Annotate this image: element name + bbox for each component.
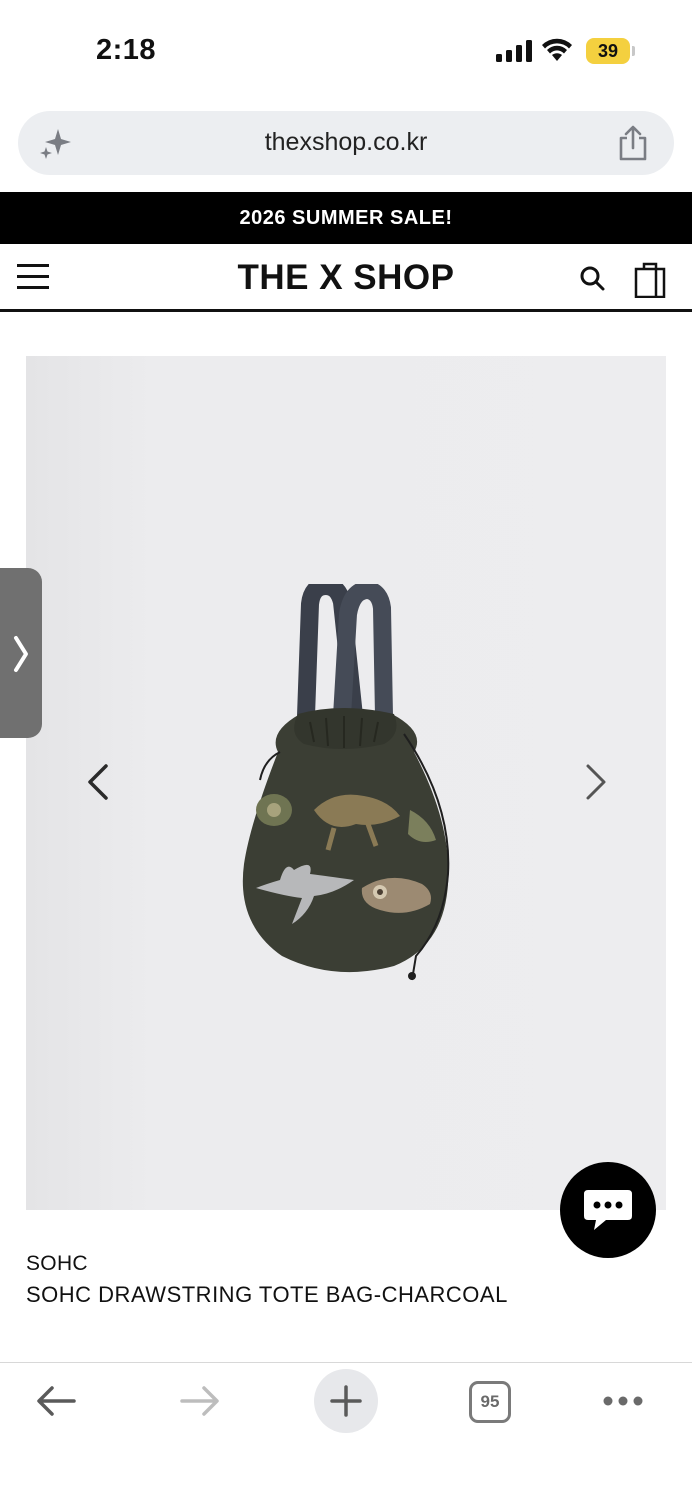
product-name: SOHC DRAWSTRING TOTE BAG-CHARCOAL	[26, 1282, 508, 1307]
shopping-bag-icon[interactable]	[634, 260, 666, 298]
product-image[interactable]	[230, 584, 460, 984]
side-drawer-handle[interactable]	[0, 568, 42, 738]
product-gallery[interactable]	[26, 356, 666, 1210]
battery-icon: 39	[586, 38, 630, 64]
status-time: 2:18	[96, 34, 157, 66]
product-brand[interactable]: SOHC	[26, 1252, 88, 1276]
wifi-icon	[542, 38, 572, 61]
chat-button[interactable]	[560, 1162, 656, 1258]
promo-banner[interactable]: 2026 SUMMER SALE!	[0, 192, 692, 244]
more-icon[interactable]	[602, 1395, 644, 1407]
chevron-right-icon	[14, 636, 28, 672]
address-bar[interactable]: thexshop.co.kr	[18, 111, 674, 175]
chevron-left-icon[interactable]	[82, 762, 112, 802]
share-icon[interactable]	[616, 125, 650, 161]
site-header: THE X SHOP	[0, 244, 692, 312]
new-tab-button[interactable]	[314, 1369, 378, 1433]
status-bar: 2:18 39	[0, 0, 692, 100]
chat-bubble-icon	[584, 1190, 632, 1230]
battery-cap	[632, 46, 635, 56]
cellular-signal-icon	[496, 40, 532, 62]
plus-icon	[330, 1385, 362, 1417]
tabs-icon[interactable]: 95	[469, 1381, 511, 1423]
chevron-right-icon[interactable]	[582, 762, 612, 802]
back-arrow-icon[interactable]	[34, 1383, 78, 1419]
search-icon[interactable]	[578, 264, 606, 292]
url-text[interactable]: thexshop.co.kr	[18, 128, 674, 157]
forward-arrow-icon[interactable]	[178, 1383, 222, 1419]
browser-toolbar: 95	[0, 1362, 692, 1500]
